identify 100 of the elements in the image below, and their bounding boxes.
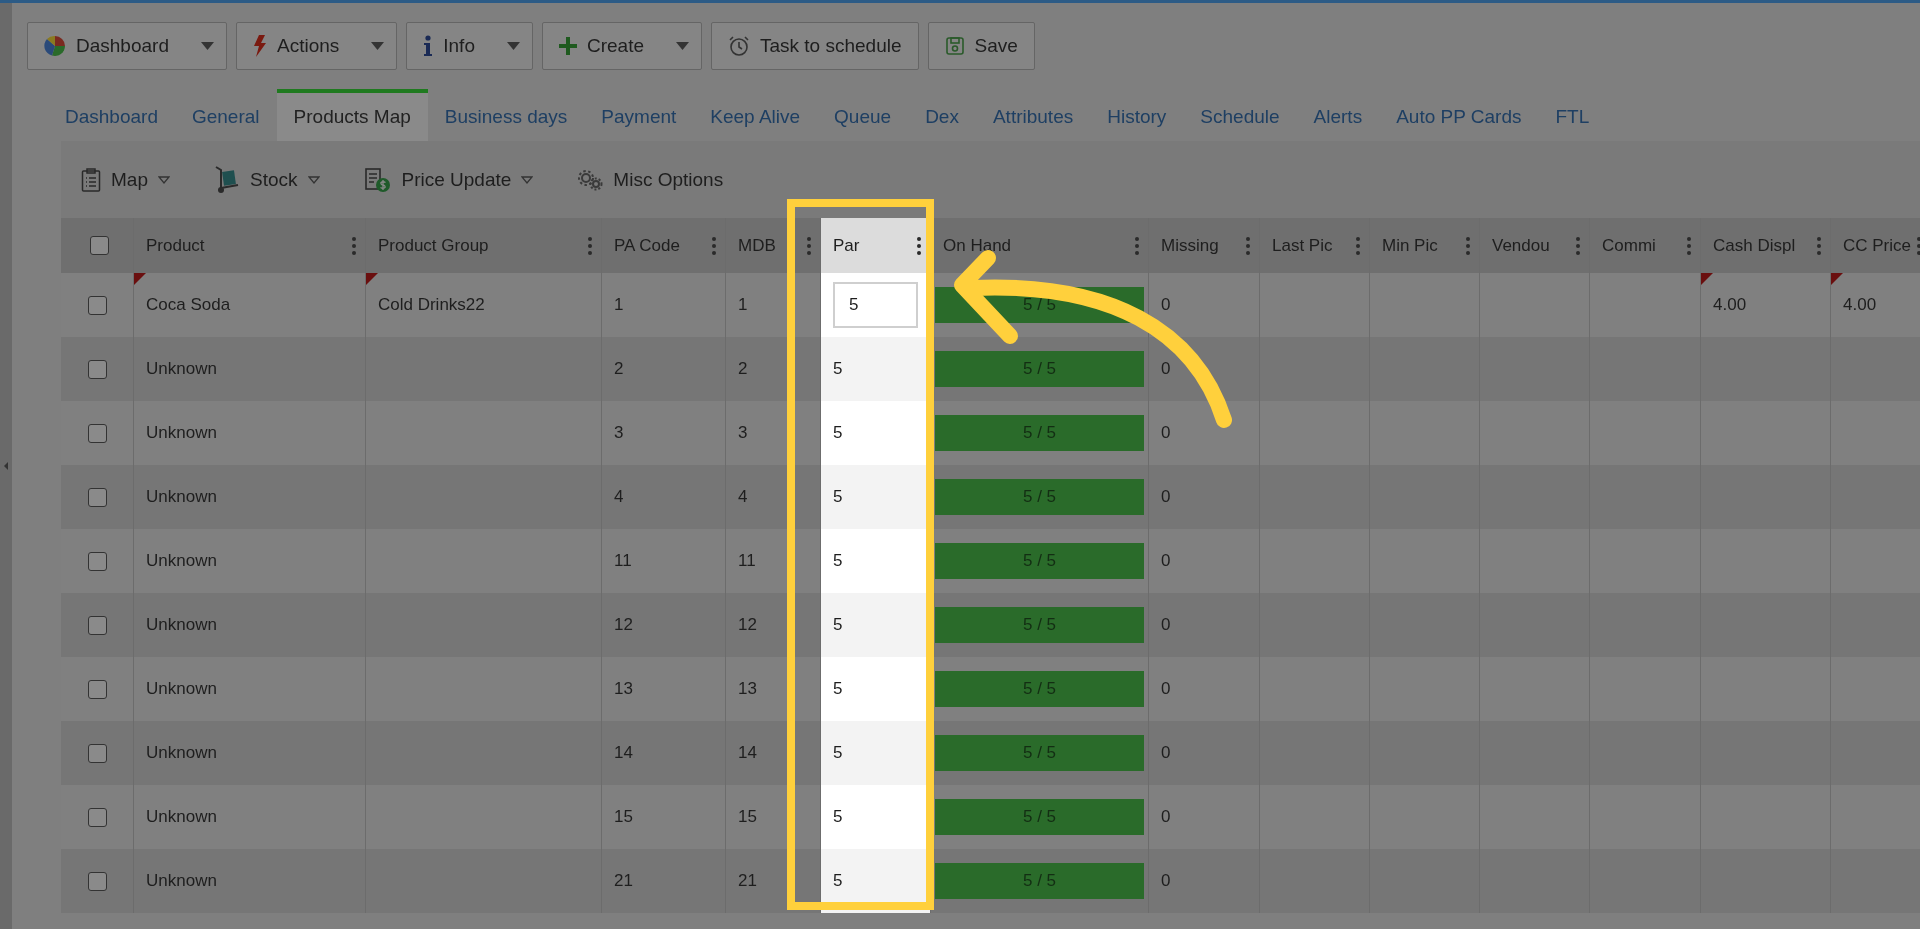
table-cell: 13 <box>738 679 757 699</box>
table-cell: 0 <box>1161 359 1171 379</box>
table-cell: 1 <box>614 295 624 315</box>
caret-icon <box>676 42 689 50</box>
checkbox[interactable] <box>87 295 107 315</box>
caret-icon <box>521 175 534 184</box>
tab[interactable]: General <box>174 89 277 141</box>
tab[interactable]: Dashboard <box>48 89 175 141</box>
table-cell: Unknown <box>146 679 217 699</box>
table-cell: 2 <box>738 359 748 379</box>
stock-level-bar: 5 / 5 <box>935 479 1144 515</box>
table-cell: 0 <box>1161 807 1171 827</box>
checkbox[interactable] <box>89 236 109 255</box>
table-cell: 0 <box>1161 487 1171 507</box>
table-cell: 15 <box>738 807 757 827</box>
table-cell: 12 <box>614 615 633 635</box>
table-cell: 0 <box>1161 295 1171 315</box>
table-cell: 21 <box>738 871 757 891</box>
checkbox[interactable] <box>87 807 107 827</box>
toolbar-button[interactable]: Save <box>927 22 1035 70</box>
table-cell: 14 <box>614 743 633 763</box>
stock-level-bar: 5 / 5 <box>935 351 1144 387</box>
menu-button[interactable]: Map <box>77 163 174 196</box>
table-cell: 0 <box>1161 551 1171 571</box>
tab[interactable]: Keep Alive <box>693 89 818 141</box>
checkbox[interactable] <box>87 487 107 507</box>
tab[interactable]: FTL <box>1538 89 1607 141</box>
clipboard-icon <box>81 167 101 192</box>
table-cell: 0 <box>1161 423 1171 443</box>
toolbar-button[interactable]: Dashboard <box>27 22 227 70</box>
checkbox[interactable] <box>87 615 107 635</box>
tab[interactable]: Business days <box>427 89 585 141</box>
checkbox[interactable] <box>87 551 107 571</box>
table-cell: Unknown <box>146 551 217 571</box>
tab[interactable]: Schedule <box>1183 89 1297 141</box>
tab[interactable]: Auto PP Cards <box>1379 89 1539 141</box>
money-document-icon <box>363 166 392 193</box>
checkbox[interactable] <box>87 743 107 763</box>
tab[interactable]: Payment <box>584 89 694 141</box>
tab[interactable]: Dex <box>908 89 976 141</box>
table-cell: Unknown <box>146 807 217 827</box>
tab[interactable]: Products Map <box>276 89 428 141</box>
caret-icon <box>157 175 170 184</box>
stock-level-bar: 5 / 5 <box>935 671 1144 707</box>
table-cell: 3 <box>738 423 748 443</box>
table-cell: Coca Soda <box>146 295 231 315</box>
caret-icon <box>371 42 385 50</box>
tab[interactable]: Attributes <box>975 89 1091 141</box>
caret-icon <box>506 42 520 50</box>
table-cell: 14 <box>738 743 757 763</box>
tab[interactable]: Queue <box>817 89 909 141</box>
save-icon <box>944 36 965 56</box>
menu-button[interactable]: Stock <box>209 161 324 198</box>
table-cell: 3 <box>614 423 624 443</box>
toolbar-button[interactable]: Task to schedule <box>711 22 919 70</box>
collapse-icon[interactable] <box>3 461 9 471</box>
stock-level-bar: 5 / 5 <box>935 415 1144 451</box>
par-input-field[interactable]: 5 <box>833 282 918 328</box>
table-cell: 2 <box>614 359 624 379</box>
table-cell: 0 <box>1161 743 1171 763</box>
checkbox[interactable] <box>87 679 107 699</box>
toolbar-button[interactable]: Create <box>541 22 702 70</box>
checkbox[interactable] <box>87 359 107 379</box>
stock-level-bar: 5 / 5 <box>935 607 1144 643</box>
toolbar-button[interactable]: Actions <box>235 22 398 70</box>
checkbox[interactable] <box>87 423 107 443</box>
stock-level-bar: 5 / 5 <box>935 543 1144 579</box>
table-cell: 15 <box>614 807 633 827</box>
table-cell: 4.00 <box>1713 295 1747 315</box>
table-cell: Cold Drinks22 <box>378 295 485 315</box>
plus-icon <box>558 37 577 55</box>
table-cell: 4.00 <box>1843 295 1877 315</box>
table-cell: Unknown <box>146 615 217 635</box>
stock-level-bar: 5 / 5 <box>935 863 1144 899</box>
table-cell: 4 <box>738 487 748 507</box>
lightning-icon <box>252 35 267 57</box>
toolbar-button[interactable]: Info <box>406 22 533 70</box>
table-cell: 11 <box>738 551 756 571</box>
caret-icon <box>200 42 214 50</box>
menu-button[interactable]: Price Update <box>359 162 538 197</box>
alarm-clock-icon <box>728 35 750 57</box>
table-cell: 21 <box>614 871 633 891</box>
checkbox[interactable] <box>87 871 107 891</box>
table-cell: Unknown <box>146 743 217 763</box>
table-cell: 1 <box>738 295 748 315</box>
info-icon <box>423 35 434 57</box>
table-cell: Unknown <box>146 487 217 507</box>
gears-icon <box>577 168 604 191</box>
table-cell: 4 <box>614 487 624 507</box>
hand-truck-icon <box>213 165 240 194</box>
stock-level-bar: 5 / 5 <box>935 799 1144 835</box>
kebab-menu-icon[interactable] <box>916 235 922 256</box>
tab[interactable]: Alerts <box>1296 89 1380 141</box>
table-cell: Unknown <box>146 423 217 443</box>
pie-chart-icon <box>44 35 66 57</box>
stock-level-bar: 5 / 5 <box>935 735 1144 771</box>
tab[interactable]: History <box>1090 89 1184 141</box>
menu-button[interactable]: Misc Options <box>573 164 728 195</box>
table-cell: 0 <box>1161 679 1171 699</box>
table-cell: Unknown <box>146 359 217 379</box>
